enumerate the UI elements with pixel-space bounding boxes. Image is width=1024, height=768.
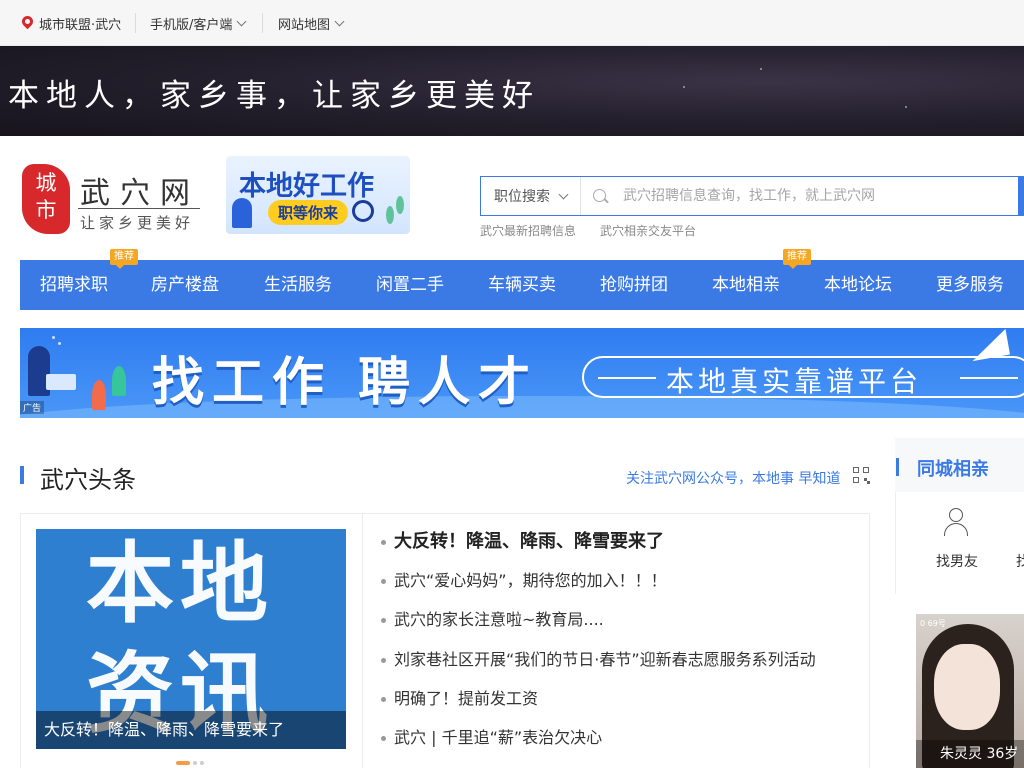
pill-line — [960, 377, 1018, 379]
divider — [135, 13, 136, 33]
carousel-caption: 大反转！降温、降雨、降雪要来了 — [36, 711, 346, 749]
dot-decoration — [52, 336, 55, 339]
qr-code-icon[interactable] — [853, 467, 870, 484]
divider — [362, 514, 363, 768]
hot-badge: 推荐 — [110, 249, 138, 269]
section-accent-bar — [20, 466, 24, 484]
location-pin-icon — [22, 16, 33, 30]
mobile-label: 手机版/客户端 — [150, 17, 233, 33]
nav-item-secondhand[interactable]: 闲置二手 — [376, 260, 444, 310]
search-category-select[interactable]: 职位搜索 — [481, 177, 581, 215]
quick-link-dating[interactable]: 武穴相亲交友平台 — [600, 222, 696, 239]
list-item[interactable]: 大反转！降温、降雨、降雪要来了 — [380, 524, 860, 563]
tree-icon — [92, 380, 106, 410]
star-decoration — [905, 106, 907, 108]
follow-wechat-link[interactable]: 关注武穴网公众号，本地事 早知道 — [626, 468, 840, 488]
nav-item-forum[interactable]: 本地论坛 — [824, 260, 892, 310]
ad-tagline: 本地真实靠谱平台 — [666, 365, 923, 398]
section-title: 武穴头条 — [40, 466, 136, 494]
list-item[interactable]: 明确了！提前发工资 — [380, 681, 860, 720]
site-logo-badge[interactable]: 城 市 — [22, 164, 70, 234]
qr-corner — [863, 467, 869, 473]
hot-badge: 推荐 — [783, 249, 811, 269]
headline-carousel-image[interactable]: 本地资讯 大反转！降温、降雨、降雪要来了 — [36, 529, 346, 749]
carousel-indicators — [176, 761, 204, 765]
profile-badge: 0 69号 — [920, 619, 946, 628]
laptop-icon — [46, 374, 76, 390]
chevron-down-icon — [334, 16, 345, 26]
main-nav: 招聘求职 推荐 房产楼盘 生活服务 闲置二手 车辆买卖 抢购拼团 本地相亲 推荐… — [20, 249, 1024, 310]
user-icon[interactable] — [943, 508, 969, 536]
city-label: 城市联盟·武穴 — [39, 17, 122, 33]
search-icon — [593, 189, 606, 202]
dot-decoration — [58, 342, 61, 345]
ad-label: 广告 — [20, 401, 45, 414]
sitemap-link[interactable]: 网站地图 — [278, 14, 345, 33]
magnifier-icon — [352, 200, 374, 222]
profile-photo-face — [934, 644, 1000, 730]
nav-item-real-estate[interactable]: 房产楼盘 — [151, 260, 219, 310]
logo-divider — [78, 208, 200, 209]
search-bar: 职位搜索 — [480, 176, 1024, 216]
sitemap-label: 网站地图 — [278, 17, 331, 33]
logo-badge-char: 市 — [35, 198, 57, 222]
banner-slogan: 本地人，家乡事，让家乡更美好 — [8, 78, 540, 114]
promo-title: 本地好工作 — [239, 171, 374, 202]
nav-item-group-buy[interactable]: 抢购拼团 — [600, 260, 668, 310]
search-button[interactable] — [1018, 176, 1024, 216]
person-icon — [232, 198, 252, 228]
qr-corner — [853, 467, 859, 473]
headline-list: 大反转！降温、降雨、降雪要来了 武穴“爱心妈妈”，期待您的加入！！！ 武穴的家长… — [380, 524, 860, 759]
qr-dot — [867, 481, 870, 484]
recruitment-ad-banner[interactable]: 找工作 聘人才 本地真实靠谱平台 广告 — [20, 328, 1024, 418]
nav-item-dating[interactable]: 本地相亲 — [712, 260, 780, 310]
star-decoration — [760, 68, 762, 70]
profile-caption: 朱灵灵 36岁 中 — [916, 740, 1024, 768]
find-boyfriend-link[interactable]: 找男友 — [936, 551, 978, 571]
site-name[interactable]: 武穴网 — [80, 168, 200, 212]
list-item[interactable]: 武穴的家长注意啦~教育局.... — [380, 602, 860, 641]
site-tagline: 让家乡更美好 — [80, 214, 195, 232]
find-girlfriend-link[interactable]: 找 — [1016, 551, 1024, 571]
leaf-icon — [396, 196, 404, 214]
job-promo-banner[interactable]: 本地好工作 职等你来 — [226, 156, 410, 234]
list-item[interactable]: 刘家巷社区开展“我们的节日·春节”迎新春志愿服务系列活动 — [380, 642, 860, 681]
profile-card[interactable]: 0 69号 朱灵灵 36岁 中 — [916, 614, 1024, 768]
ad-headline: 找工作 聘人才 — [152, 353, 539, 413]
sidebar-title: 同城相亲 — [917, 459, 989, 480]
ad-tagline-pill: 本地真实靠谱平台 — [582, 356, 1024, 398]
user-head — [949, 508, 963, 522]
leaf-icon — [386, 206, 394, 224]
quick-link-jobs[interactable]: 武穴最新招聘信息 — [480, 222, 576, 239]
slogan-banner: 本地人，家乡事，让家乡更美好 — [0, 46, 1024, 136]
nav-item-jobs[interactable]: 招聘求职 — [40, 260, 108, 310]
nav-item-life-services[interactable]: 生活服务 — [264, 260, 332, 310]
user-body — [944, 523, 968, 536]
sidebar-accent-bar — [896, 458, 899, 476]
chevron-down-icon — [236, 16, 247, 26]
carousel-dot[interactable] — [200, 761, 204, 765]
mobile-version-link[interactable]: 手机版/客户端 — [150, 14, 247, 33]
carousel-dot-active[interactable] — [176, 761, 190, 765]
tree-icon — [112, 366, 126, 396]
divider — [262, 13, 263, 33]
qr-corner — [853, 477, 859, 483]
search-category-label: 职位搜索 — [494, 189, 550, 205]
search-input[interactable] — [623, 184, 1003, 208]
nav-item-more[interactable]: 更多服务 — [936, 260, 1004, 310]
star-decoration — [683, 86, 685, 88]
pill-line — [598, 377, 656, 379]
chevron-down-icon — [558, 189, 569, 199]
list-item[interactable]: 武穴 | 千里追“薪”表治欠决心 — [380, 720, 860, 759]
city-switch[interactable]: 城市联盟·武穴 — [22, 14, 122, 33]
logo-badge-char: 城 — [35, 171, 57, 195]
top-bar: 城市联盟·武穴 手机版/客户端 网站地图 — [0, 0, 1024, 46]
nav-item-vehicles[interactable]: 车辆买卖 — [488, 260, 556, 310]
promo-subtitle: 职等你来 — [268, 200, 349, 225]
carousel-dot[interactable] — [193, 761, 197, 765]
list-item[interactable]: 武穴“爱心妈妈”，期待您的加入！！！ — [380, 563, 860, 602]
